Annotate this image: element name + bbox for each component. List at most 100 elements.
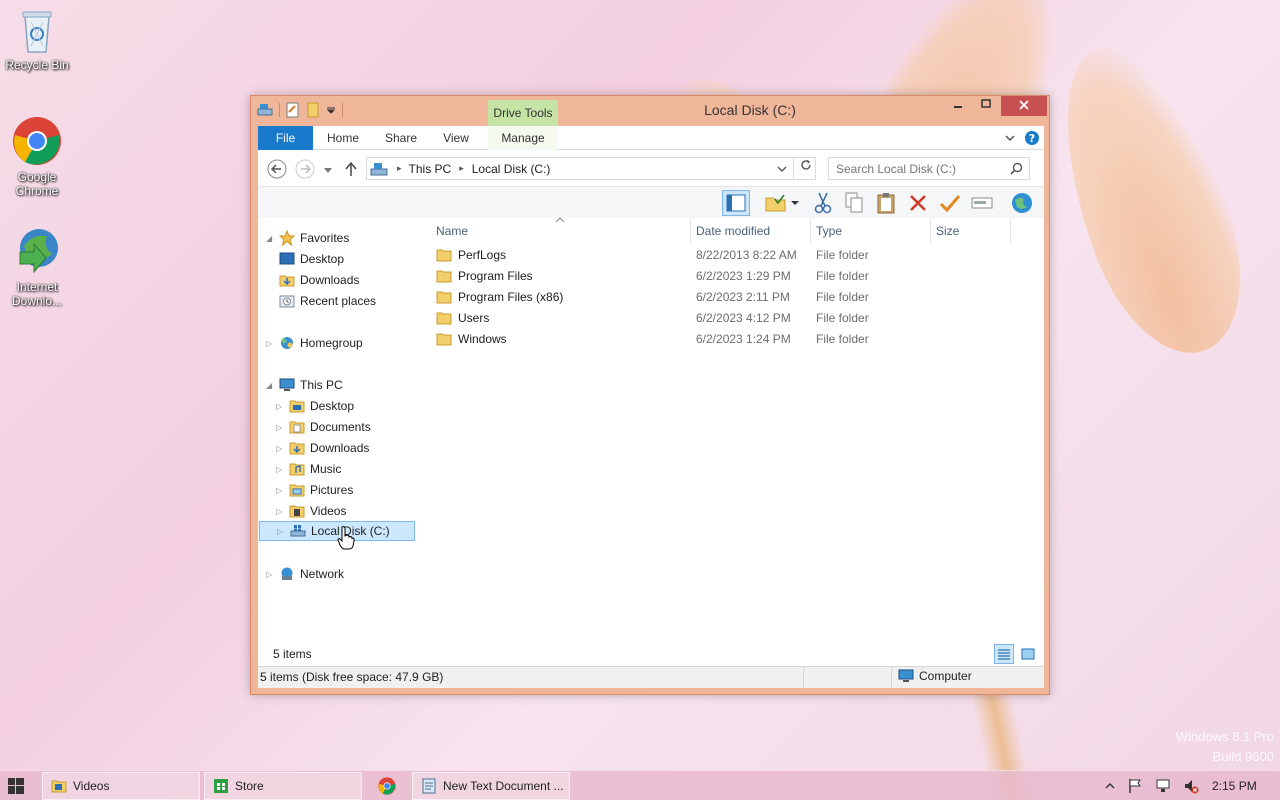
expand-arrow-icon[interactable]: ◢	[266, 381, 276, 390]
file-row[interactable]: Program Files (x86) 6/2/2023 2:11 PM Fil…	[430, 286, 1044, 307]
documents-folder-icon	[288, 419, 306, 435]
nav-pc-documents[interactable]: ▷ Documents	[276, 417, 371, 437]
nav-this-pc[interactable]: ◢ This PC	[266, 375, 343, 395]
system-tray	[1105, 778, 1199, 794]
expand-arrow-icon[interactable]: ▷	[276, 423, 286, 432]
nav-pc-desktop[interactable]: ▷ Desktop	[276, 396, 354, 416]
folder-icon	[436, 311, 452, 325]
file-date: 6/2/2023 1:29 PM	[696, 268, 791, 283]
expand-arrow-icon[interactable]: ◢	[266, 234, 276, 243]
nav-pc-downloads[interactable]: ▷ Downloads	[276, 438, 369, 458]
folder-options-dropdown[interactable]	[788, 190, 802, 216]
help-icon[interactable]: ?	[1024, 130, 1040, 146]
forward-arrow-icon	[295, 159, 315, 179]
folder-icon	[436, 269, 452, 283]
close-button[interactable]	[1001, 96, 1047, 116]
expand-arrow-icon[interactable]: ▷	[276, 507, 286, 516]
taskbar-item-videos[interactable]: Videos	[42, 772, 200, 800]
expand-arrow-icon[interactable]: ▷	[276, 486, 286, 495]
globe-button[interactable]	[1008, 190, 1036, 216]
address-input[interactable]: ▸ This PC ▸ Local Disk (C:)	[366, 157, 816, 180]
select-folder-button[interactable]	[762, 190, 790, 216]
details-bar: 5 items (Disk free space: 47.9 GB) Compu…	[258, 666, 1044, 689]
taskbar-item-notepad[interactable]: New Text Document ...	[412, 772, 570, 800]
nav-homegroup[interactable]: ▷ Homegroup	[266, 333, 363, 353]
show-hidden-icons-icon[interactable]	[1105, 782, 1115, 790]
tab-view[interactable]: View	[436, 126, 476, 150]
breadcrumb-local-disk[interactable]: Local Disk (C:)	[472, 162, 551, 176]
nav-item-label: Music	[310, 462, 342, 476]
expand-ribbon-icon[interactable]	[1004, 133, 1016, 143]
start-button[interactable]	[8, 778, 24, 797]
address-dropdown-icon[interactable]	[777, 165, 787, 173]
taskbar-item-chrome[interactable]	[370, 772, 406, 800]
network-status-icon[interactable]	[1155, 778, 1171, 794]
desktop-icon-internet-download-manager[interactable]: Internet Downlo...	[1, 226, 73, 308]
tab-file[interactable]: File	[258, 126, 313, 150]
copy-button[interactable]	[840, 190, 868, 216]
expand-arrow-icon[interactable]: ▷	[276, 402, 286, 411]
desktop-icon-recycle-bin[interactable]: Recycle Bin	[1, 8, 73, 72]
details-view-button[interactable]	[994, 644, 1014, 664]
paste-button[interactable]	[872, 190, 900, 216]
expand-arrow-icon[interactable]: ▷	[276, 465, 286, 474]
volume-muted-icon[interactable]	[1183, 778, 1199, 794]
preview-pane-button[interactable]	[722, 190, 750, 216]
file-row[interactable]: Program Files 6/2/2023 1:29 PM File fold…	[430, 265, 1044, 286]
action-center-flag-icon[interactable]	[1127, 778, 1143, 794]
delete-button[interactable]	[904, 190, 932, 216]
expand-arrow-icon[interactable]: ▷	[276, 444, 286, 453]
nav-pc-music[interactable]: ▷ Music	[276, 459, 341, 479]
file-row[interactable]: Users 6/2/2023 4:12 PM File folder	[430, 307, 1044, 328]
minimize-button[interactable]	[945, 96, 971, 116]
cut-button[interactable]	[809, 190, 837, 216]
folder-icon	[436, 290, 452, 304]
watermark-line: Build 9600	[1212, 749, 1274, 764]
nav-pc-pictures[interactable]: ▷ Pictures	[276, 480, 353, 500]
tab-home[interactable]: Home	[320, 126, 366, 150]
column-header-size[interactable]: Size	[930, 218, 1010, 244]
search-input[interactable]	[829, 158, 999, 179]
breadcrumb-this-pc[interactable]: This PC	[409, 162, 452, 176]
recent-places-icon	[278, 293, 296, 309]
expand-arrow-icon[interactable]: ▷	[266, 570, 276, 579]
title-bar[interactable]: Drive Tools Local Disk (C:)	[251, 96, 1049, 126]
back-button[interactable]	[267, 159, 287, 182]
tab-share[interactable]: Share	[378, 126, 424, 150]
downloads-folder-icon	[288, 440, 306, 456]
expand-arrow-icon[interactable]: ▷	[277, 527, 287, 536]
file-row[interactable]: Windows 6/2/2023 1:24 PM File folder	[430, 328, 1044, 349]
search-icon[interactable]	[1010, 162, 1023, 175]
taskbar-clock[interactable]: 2:15 PM	[1212, 779, 1257, 793]
recent-locations-button[interactable]	[323, 164, 333, 178]
delete-x-icon	[910, 195, 926, 211]
column-header-type[interactable]: Type	[810, 218, 930, 244]
nav-favorites-recent-places[interactable]: Recent places	[278, 291, 376, 311]
nav-favorites-desktop[interactable]: Desktop	[278, 249, 344, 269]
file-type: File folder	[816, 289, 869, 304]
refresh-button[interactable]	[793, 157, 817, 180]
maximize-icon	[981, 99, 991, 108]
taskbar-item-store[interactable]: Store	[204, 772, 362, 800]
up-button[interactable]	[344, 161, 358, 180]
music-folder-icon	[288, 461, 306, 477]
nav-favorites-downloads[interactable]: Downloads	[278, 270, 359, 290]
column-header-date[interactable]: Date modified	[690, 218, 810, 244]
forward-button[interactable]	[295, 159, 315, 182]
ribbon-tabs: File Home Share View Manage ?	[258, 126, 1044, 150]
search-box[interactable]	[828, 157, 1030, 180]
nav-pc-videos[interactable]: ▷ Videos	[276, 501, 346, 521]
nav-favorites[interactable]: ◢ Favorites	[266, 228, 349, 248]
expand-arrow-icon[interactable]: ▷	[266, 339, 276, 348]
tab-manage[interactable]: Manage	[488, 126, 558, 150]
zone-label: Computer	[919, 669, 972, 683]
desktop-icon-google-chrome[interactable]: Google Chrome	[1, 116, 73, 198]
file-row[interactable]: PerfLogs 8/22/2013 8:22 AM File folder	[430, 244, 1044, 265]
nav-network[interactable]: ▷ Network	[266, 564, 344, 584]
maximize-button[interactable]	[973, 96, 999, 116]
checkmark-button[interactable]	[936, 190, 964, 216]
large-icons-view-button[interactable]	[1018, 644, 1038, 664]
rename-button[interactable]	[968, 190, 996, 216]
explorer-folder-icon	[51, 778, 67, 794]
column-separator[interactable]	[1010, 218, 1011, 244]
